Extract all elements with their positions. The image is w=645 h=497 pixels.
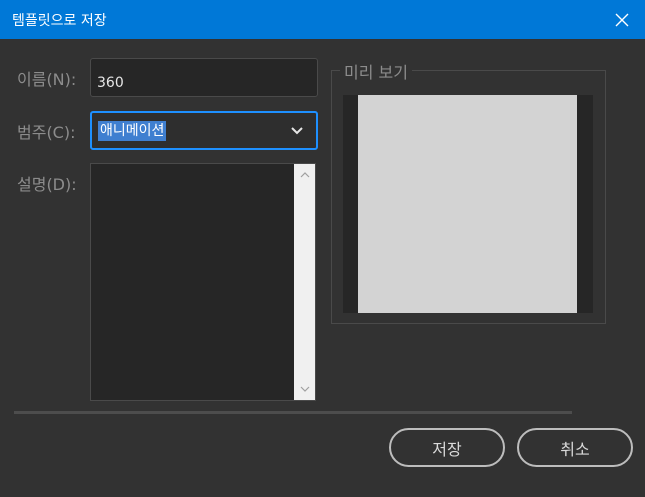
- title-bar: 템플릿으로 저장: [0, 0, 645, 39]
- description-scrollbar[interactable]: [294, 164, 315, 400]
- name-label: 이름(N):: [17, 70, 77, 89]
- window-title: 템플릿으로 저장: [12, 13, 107, 29]
- description-textarea[interactable]: [90, 163, 316, 401]
- name-input[interactable]: [90, 58, 318, 97]
- close-button[interactable]: [599, 0, 645, 39]
- close-icon: [615, 13, 629, 26]
- category-select[interactable]: 애니메이션: [90, 111, 318, 150]
- scroll-down-button[interactable]: [294, 380, 315, 398]
- chevron-up-icon: [300, 172, 309, 178]
- preview-legend: 미리 보기: [340, 59, 412, 83]
- category-selected-value: 애니메이션: [98, 121, 167, 141]
- chevron-down-icon: [291, 127, 303, 135]
- category-label: 범주(C):: [17, 123, 76, 142]
- description-label: 설명(D):: [17, 175, 77, 194]
- cancel-button[interactable]: 취소: [517, 428, 633, 467]
- preview-image: [358, 95, 577, 313]
- save-as-template-dialog: 템플릿으로 저장 이름(N): 범주(C): 애니메이션 설명(D):: [0, 0, 645, 497]
- chevron-down-icon: [300, 386, 309, 392]
- scroll-up-button[interactable]: [294, 166, 315, 184]
- divider: [14, 411, 572, 414]
- save-button[interactable]: 저장: [389, 428, 505, 467]
